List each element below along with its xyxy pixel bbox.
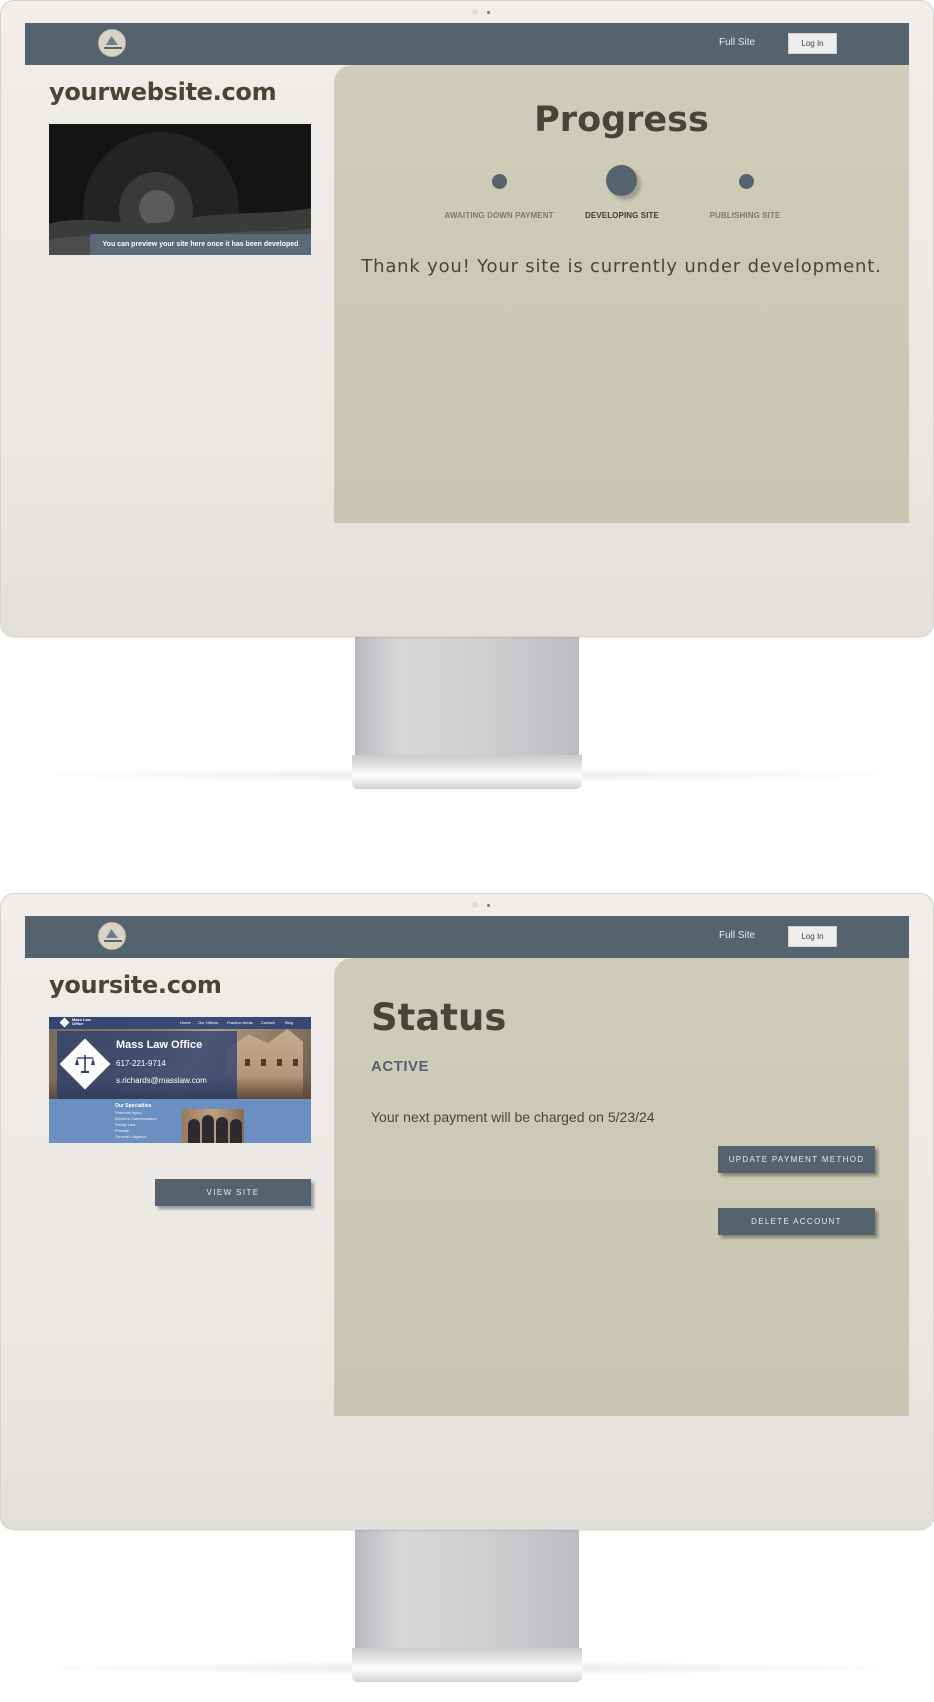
top-nav: Full Site Log In [25, 23, 909, 65]
team-photo [182, 1109, 244, 1143]
thumbnail-phone: 617-221-9714 [116, 1059, 166, 1068]
thumbnail-specialty: Probate [115, 1128, 130, 1133]
site-domain: yoursite.com [49, 971, 222, 999]
camera-icon [472, 902, 478, 908]
camera-led [487, 11, 490, 14]
step-label-publishing: PUBLISHING SITE [709, 211, 781, 220]
camera-led [487, 904, 490, 907]
monitor-foot [352, 755, 582, 789]
scales-of-justice-icon [75, 1055, 95, 1073]
top-nav: Full Site Log In [25, 916, 909, 958]
status-title: Status [371, 996, 507, 1039]
preview-caption: You can preview your site here once it h… [90, 234, 311, 255]
thumbnail-menu-item: Blog [285, 1020, 294, 1025]
progress-message: Thank you! Your site is currently under … [361, 256, 882, 277]
camera-icon [472, 9, 478, 15]
view-site-button[interactable]: VIEW SITE [155, 1179, 311, 1206]
thumbnail-specialty: Personal Injury [115, 1110, 142, 1115]
step-developing-dot [606, 165, 637, 196]
thumbnail-menu-item: Our Offices [198, 1020, 219, 1025]
monitor-stand [355, 637, 579, 755]
monitor-foot [352, 1648, 582, 1682]
thumbnail-specialty: Family Law [115, 1122, 136, 1127]
full-site-link[interactable]: Full Site [719, 930, 755, 941]
brand-logo-icon[interactable] [98, 29, 126, 57]
thumbnail-menu-item: Home [180, 1020, 191, 1025]
thumbnail-specialties-title: Our Specialties [115, 1103, 152, 1109]
site-domain: yourwebsite.com [49, 78, 277, 106]
thumbnail-logo-icon [59, 1017, 70, 1028]
thumbnail-menu-item: Contact [261, 1020, 275, 1025]
thumbnail-nav: Mass Law Office Home Our Offices Practic… [49, 1017, 311, 1029]
site-preview-placeholder: You can preview your site here once it h… [49, 124, 311, 255]
status-badge: ACTIVE [371, 1058, 430, 1075]
site-thumbnail[interactable]: Mass Law Office Home Our Offices Practic… [49, 1017, 311, 1143]
monitor-stand [355, 1530, 579, 1648]
step-awaiting-payment-dot [492, 174, 507, 189]
full-site-link[interactable]: Full Site [719, 37, 755, 48]
thumbnail-menu-item: Practice Areas [227, 1020, 253, 1025]
thumbnail-specialty: Workers Compensation [115, 1116, 157, 1121]
thumbnail-specialty: General Litigation [115, 1134, 147, 1139]
login-button[interactable]: Log In [788, 33, 837, 54]
login-button[interactable]: Log In [788, 926, 837, 947]
step-publishing-dot [739, 174, 754, 189]
update-payment-method-button[interactable]: UPDATE PAYMENT METHOD [718, 1146, 875, 1173]
next-payment-note: Your next payment will be charged on 5/2… [371, 1109, 655, 1125]
thumbnail-email: s.richards@masslaw.com [116, 1076, 207, 1085]
delete-account-button[interactable]: DELETE ACCOUNT [718, 1208, 875, 1235]
thumbnail-firm-name: Mass Law Office [116, 1039, 203, 1051]
thumbnail-nav-name: Mass Law Office [72, 1017, 91, 1026]
progress-title: Progress [534, 100, 709, 140]
brand-logo-icon[interactable] [98, 922, 126, 950]
